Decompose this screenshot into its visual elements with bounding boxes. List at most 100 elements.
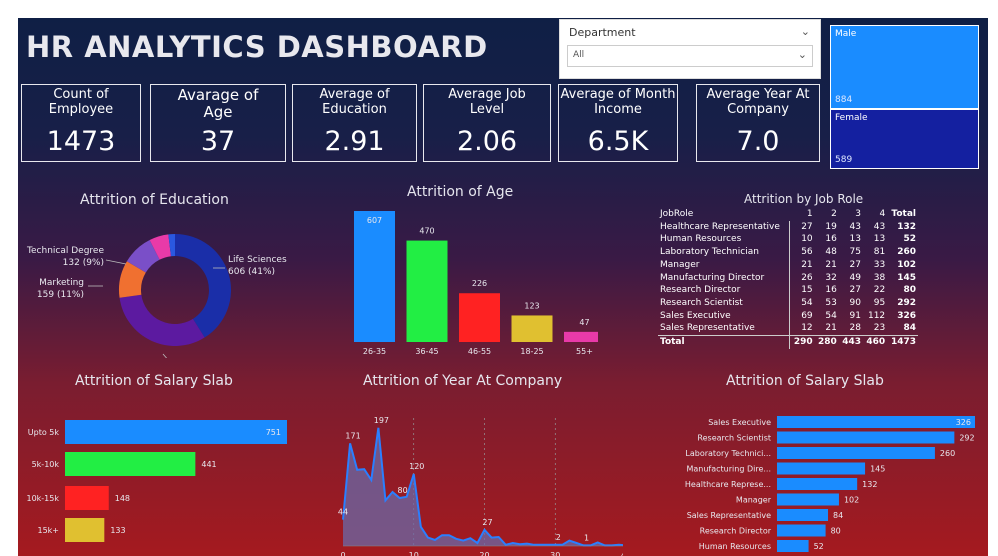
- column-header[interactable]: Total: [887, 208, 918, 221]
- kpi-value: 2.06: [456, 126, 518, 157]
- table-cell: 54: [825, 310, 837, 321]
- column-header[interactable]: JobRole: [658, 208, 790, 221]
- leader-line: [162, 353, 168, 358]
- jobrole-bar: [777, 509, 829, 521]
- bar-data-label: 292: [959, 434, 974, 443]
- table-cell: Sales Representative: [658, 322, 791, 336]
- table-cell: Manufacturing Director: [658, 271, 791, 285]
- table-cell: 460: [863, 335, 888, 349]
- point-data-label: 197: [374, 416, 389, 425]
- jobrole-bar: [777, 493, 839, 506]
- table-cell: 443: [838, 335, 863, 349]
- kpi-value: 6.5K: [587, 126, 649, 157]
- gender-label: Female: [835, 113, 868, 123]
- category-tick-label: Research Director: [700, 527, 772, 536]
- table-cell: 84: [903, 323, 916, 334]
- table-cell: 260: [897, 247, 916, 258]
- table-cell: 81: [873, 247, 886, 258]
- education-donut-chart: Life Sciences606 (41%)Medical 466 (32%)M…: [26, 234, 287, 358]
- column-header[interactable]: 3: [839, 208, 863, 221]
- kpi-label: Avarage of Age: [177, 86, 259, 121]
- salary-slab-bar-chart: Upto 5k 751 5k-10k 441 10k-15k 148 15k+ 133: [26, 420, 287, 542]
- age-bar: [459, 293, 500, 342]
- table-cell: 21: [801, 259, 813, 270]
- kpi-card-employee-count: Count of Employee 1473: [21, 84, 141, 162]
- bar-data-label: 84: [833, 511, 843, 520]
- kpi-value: 2.91: [324, 126, 385, 157]
- chevron-down-icon[interactable]: ⌄: [798, 48, 807, 61]
- chart-title-jobrole: Attrition by Job Role: [744, 192, 864, 206]
- bar-data-label: 326: [956, 418, 971, 427]
- department-slicer[interactable]: Department ⌄ All ⌄: [559, 19, 821, 79]
- table-cell: 23: [873, 323, 886, 334]
- category-tick-label: Upto 5k: [28, 428, 60, 437]
- table-cell: 112: [867, 310, 886, 321]
- x-tick-label: 40: [621, 551, 623, 556]
- table-cell: 75: [849, 247, 861, 258]
- table-row: Laboratory Technician 56 48 75 81 260: [658, 246, 918, 259]
- column-header[interactable]: 4: [863, 208, 887, 221]
- top-margin: [0, 0, 998, 18]
- table-cell: 13: [873, 234, 886, 245]
- salary-bar: [65, 452, 196, 476]
- table-cell: 102: [897, 259, 916, 270]
- age-bar-chart: 607 26-35 470 36-45 226 46-55 123 18-25 47 55+: [354, 211, 598, 356]
- table-cell: 91: [849, 310, 861, 321]
- gender-tile-male[interactable]: Male 884: [830, 25, 979, 109]
- point-data-label: 120: [409, 462, 424, 471]
- category-tick-label: Sales Representative: [687, 511, 771, 520]
- table-cell: 292: [897, 297, 916, 308]
- point-data-label: 1: [584, 533, 589, 542]
- table-cell: 19: [825, 221, 837, 232]
- table-cell: Research Scientist: [658, 296, 791, 310]
- jobrole-attrition-bar-chart: Sales Executive 326 Research Scientist 292 L…: [685, 416, 975, 552]
- chevron-down-icon[interactable]: ⌄: [801, 25, 810, 38]
- donut-slice: [175, 234, 232, 338]
- jobrole-bar: [777, 416, 975, 428]
- donut-slice: [119, 294, 205, 346]
- data-label: Technical Degree: [26, 246, 104, 256]
- category-tick-label: 55+: [576, 347, 593, 356]
- table-cell: Research Director: [658, 284, 791, 297]
- jobrole-bar: [777, 431, 955, 444]
- category-tick-label: Manager: [736, 496, 772, 505]
- table-cell: Manager: [658, 258, 791, 272]
- kpi-label: Average of Month Income: [560, 87, 676, 117]
- table-cell: Healthcare Representative: [658, 220, 791, 234]
- kpi-value: 1473: [46, 126, 116, 157]
- data-label: 606 (41%): [228, 267, 275, 277]
- table-cell: 26: [801, 272, 813, 283]
- table-row: Sales Representative 12 21 28 23 84: [658, 322, 918, 336]
- bar-data-label: 52: [814, 542, 824, 551]
- table-cell: 80: [903, 285, 916, 296]
- table-cell: Human Resources: [658, 233, 791, 247]
- kpi-label: Average Year At Company: [706, 87, 810, 117]
- table-cell: Laboratory Technician: [658, 246, 791, 259]
- table-cell: 132: [897, 221, 916, 232]
- column-header[interactable]: 2: [815, 208, 839, 221]
- bar-data-label: 102: [844, 496, 859, 505]
- point-data-label: 171: [345, 431, 360, 440]
- table-row: Research Director 15 16 27 22 80: [658, 284, 918, 297]
- jobrole-bar: [777, 540, 809, 552]
- kpi-card-average-age: Avarage of Age 37: [150, 84, 286, 162]
- point-data-label: 44: [338, 508, 348, 517]
- right-margin: [988, 18, 998, 556]
- kpi-value: 37: [200, 126, 236, 157]
- bar-data-label: 132: [862, 480, 877, 489]
- table-cell: 90: [849, 297, 861, 308]
- gender-tile-female[interactable]: Female 589: [830, 109, 979, 169]
- table-cell: 27: [849, 285, 861, 296]
- bar-data-label: 751: [266, 428, 281, 437]
- category-tick-label: Research Scientist: [697, 434, 771, 443]
- bar-data-label: 123: [524, 301, 539, 310]
- salary-bar: [65, 518, 105, 542]
- chart-title-salary-slab-role: Attrition of Salary Slab: [726, 373, 884, 389]
- table-row: Total 290 280 443 460 1473: [658, 335, 918, 349]
- table-cell: 95: [873, 297, 886, 308]
- table-cell: Total: [658, 335, 791, 349]
- category-tick-label: 26-35: [363, 347, 386, 356]
- leader-line: [105, 259, 127, 265]
- column-header[interactable]: 1: [790, 208, 815, 221]
- slicer-dropdown[interactable]: All ⌄: [567, 45, 813, 67]
